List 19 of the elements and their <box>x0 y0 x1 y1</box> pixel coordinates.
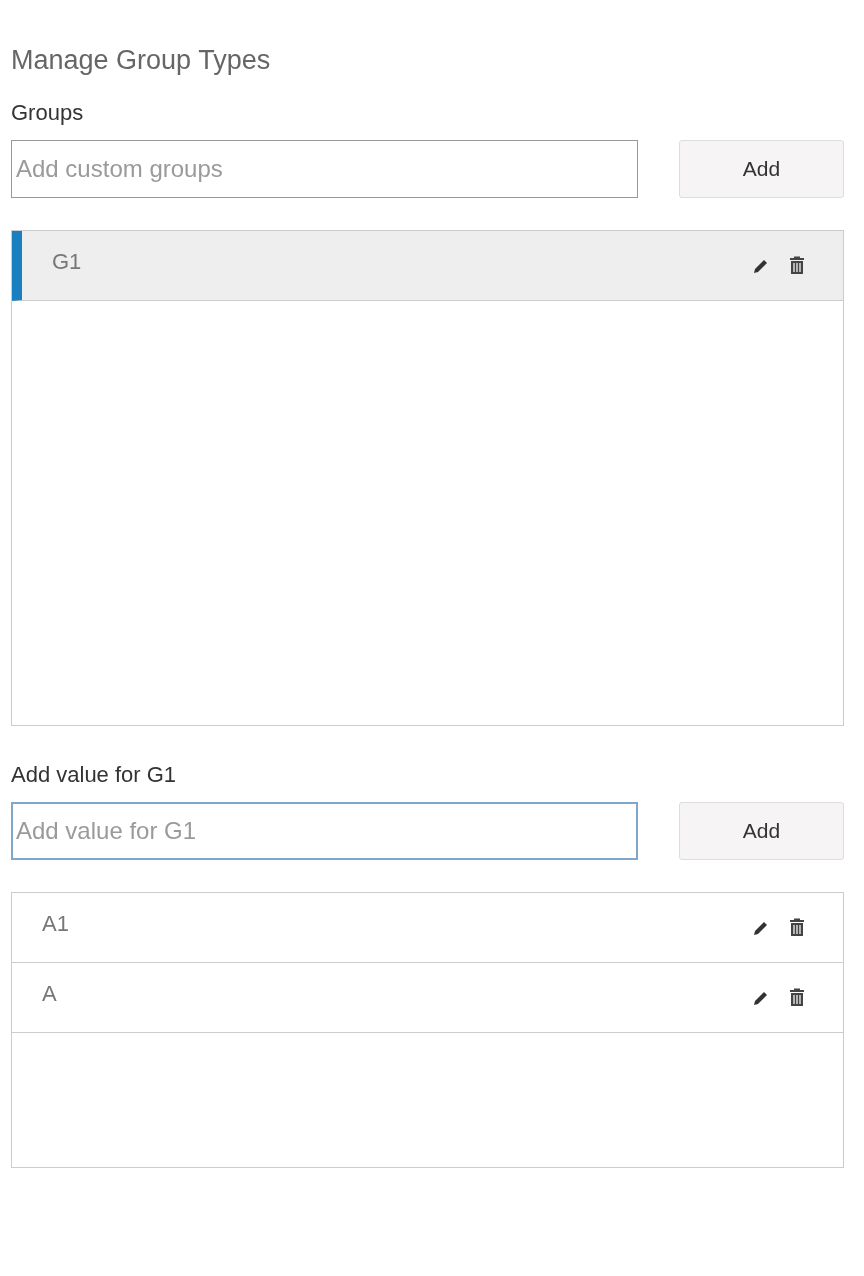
edit-icon[interactable] <box>753 919 769 936</box>
input-field[interactable]: Add value for G1 <box>11 802 638 860</box>
list-item[interactable]: G1 <box>12 231 843 301</box>
list-item[interactable]: A1 <box>12 893 843 963</box>
section-label: Groups <box>11 99 85 127</box>
item-label: A <box>42 980 57 1007</box>
input-field[interactable]: Add custom groups <box>11 140 638 198</box>
trash-icon[interactable] <box>789 256 805 275</box>
trash-icon[interactable] <box>789 988 805 1007</box>
section-label: Add value for G1 <box>11 761 178 789</box>
trash-icon[interactable] <box>789 918 805 937</box>
add-button[interactable]: Add <box>679 802 844 860</box>
page-title: Manage Group Types <box>11 44 272 77</box>
list-item[interactable]: A <box>12 963 843 1033</box>
edit-icon[interactable] <box>753 257 769 274</box>
item-label: G1 <box>52 248 82 275</box>
item-label: A1 <box>42 910 69 937</box>
add-button[interactable]: Add <box>679 140 844 198</box>
edit-icon[interactable] <box>753 989 769 1006</box>
